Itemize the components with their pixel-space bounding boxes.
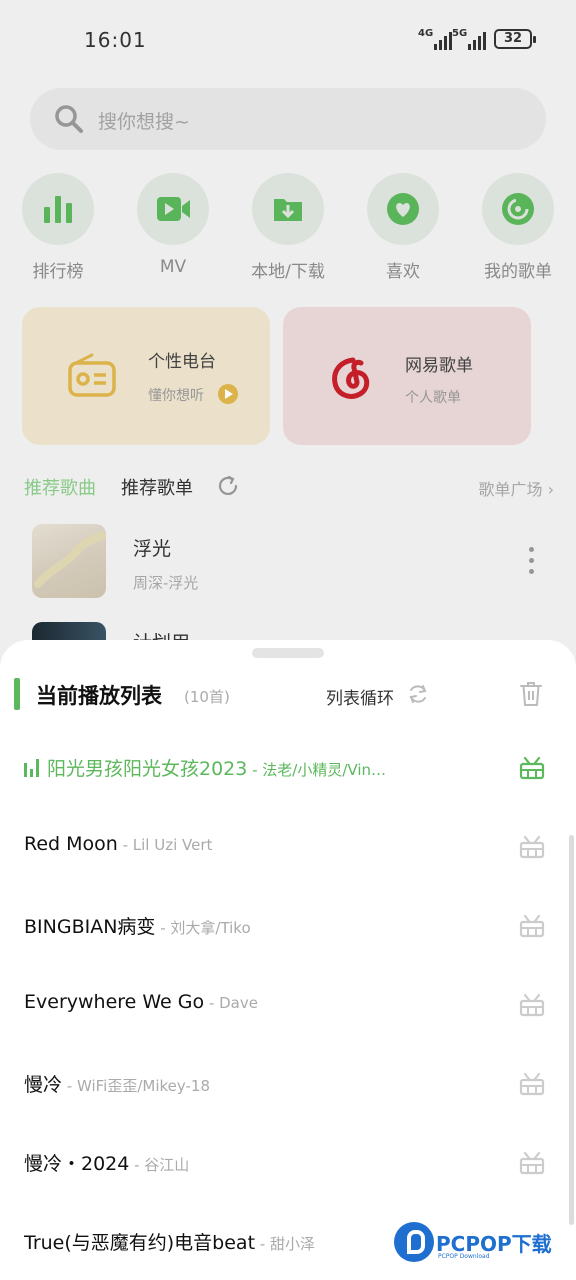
track-name: True(与恶魔有约)电音beat — [24, 1232, 256, 1254]
loop-mode-label[interactable]: 列表循环 — [326, 684, 394, 709]
watermark-small: PCPOP Download — [438, 1253, 490, 1260]
remove-track-icon[interactable] — [519, 1072, 545, 1096]
track-name: BINGBIAN病变 — [24, 916, 156, 938]
track-name: Red Moon — [24, 833, 118, 855]
track-artist: - 谷江山 — [129, 1156, 190, 1174]
track-artist: - 刘大拿/Tiko — [155, 919, 251, 937]
remove-track-icon[interactable] — [519, 993, 545, 1017]
track-artist: - Lil Uzi Vert — [117, 836, 213, 854]
track-name: 慢冷 — [24, 1074, 63, 1096]
drag-handle[interactable] — [252, 648, 324, 658]
track-name: Everywhere We Go — [24, 991, 205, 1013]
track-row[interactable]: Everywhere We Go - Dave — [0, 985, 560, 1025]
track-artist: - Dave — [204, 994, 258, 1012]
playlist-header: 当前播放列表 (10首) 列表循环 — [0, 676, 576, 716]
track-artist: - 甜小泽 — [255, 1235, 315, 1253]
playlist-title: 当前播放列表 — [36, 684, 162, 708]
track-name: 阳光男孩阳光女孩2023 — [47, 758, 248, 780]
loop-mode-icon[interactable] — [406, 682, 430, 706]
track-name: 慢冷・2024 — [24, 1153, 130, 1175]
scrollbar[interactable] — [569, 835, 574, 1225]
track-row[interactable]: 慢冷 - WiFi歪歪/Mikey-18 — [0, 1064, 560, 1104]
pcpop-watermark: PCPOP下载 PCPOP Download — [392, 1220, 572, 1268]
remove-track-icon[interactable] — [519, 756, 545, 780]
remove-track-icon[interactable] — [519, 835, 545, 859]
track-row[interactable]: BINGBIAN病变 - 刘大拿/Tiko — [0, 906, 560, 946]
remove-track-icon[interactable] — [519, 914, 545, 938]
track-row[interactable]: Red Moon - Lil Uzi Vert — [0, 827, 560, 867]
now-playing-icon — [24, 759, 39, 777]
track-artist: - WiFi歪歪/Mikey-18 — [62, 1077, 210, 1095]
playlist-count: (10首) — [184, 688, 230, 706]
remove-track-icon[interactable] — [519, 1151, 545, 1175]
playlist-sheet: 当前播放列表 (10首) 列表循环 阳光男孩阳光女孩2023 - 法老/小精灵/… — [0, 640, 576, 1280]
clear-playlist-icon[interactable] — [519, 681, 543, 707]
accent-bar — [14, 678, 20, 710]
pcpop-logo-icon — [394, 1222, 434, 1262]
track-row[interactable]: 慢冷・2024 - 谷江山 — [0, 1143, 560, 1183]
track-row-playing[interactable]: 阳光男孩阳光女孩2023 - 法老/小精灵/Vin… — [0, 748, 560, 788]
track-artist: - 法老/小精灵/Vin… — [247, 761, 387, 779]
